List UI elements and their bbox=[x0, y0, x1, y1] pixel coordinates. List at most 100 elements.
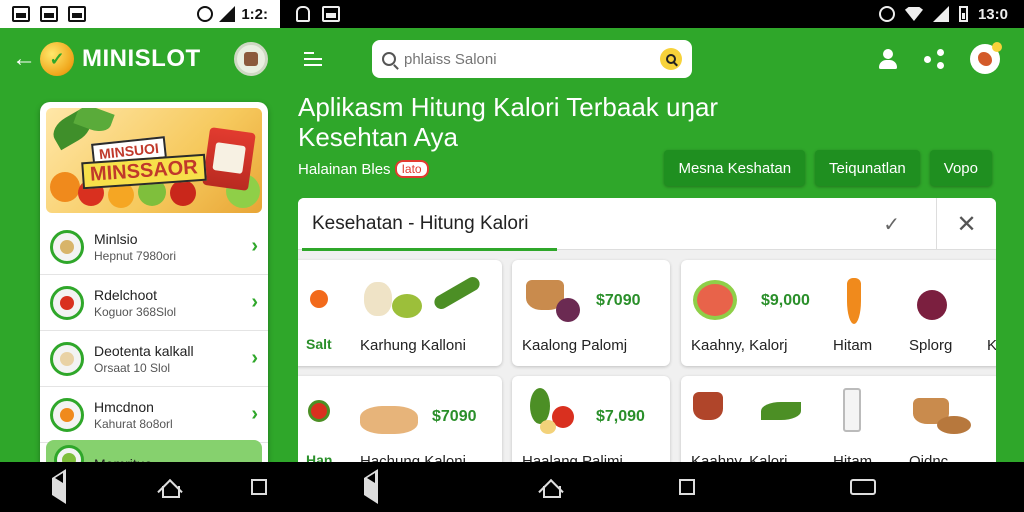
menu-icon[interactable] bbox=[304, 52, 322, 66]
list-item-title: Minlsio bbox=[94, 230, 138, 247]
food-label: Karhung Kalloni bbox=[360, 337, 466, 354]
list-item-title: Deotenta kalkall bbox=[94, 342, 194, 359]
recent-apps-icon[interactable] bbox=[679, 479, 695, 495]
system-navigation-bar bbox=[0, 462, 1024, 512]
food-card[interactable]: Kaahny, Kalorj Hitam Oidnc bbox=[681, 376, 996, 462]
carrot-icon bbox=[847, 278, 861, 324]
search-input[interactable] bbox=[404, 50, 652, 68]
dish-icon bbox=[937, 416, 971, 434]
food-card[interactable]: Han $7090 Hachung Kaloni bbox=[298, 376, 502, 462]
user-icon[interactable] bbox=[878, 49, 898, 69]
potato-icon bbox=[540, 420, 556, 434]
status-time: 13:0 bbox=[977, 5, 1008, 23]
food-price: $7090 bbox=[596, 292, 641, 309]
list-item[interactable]: Deotenta kalkall Orsaat 10 Slol › bbox=[40, 331, 268, 387]
back-icon[interactable] bbox=[52, 469, 66, 504]
avatar[interactable] bbox=[234, 42, 268, 76]
right-status-bar: 13:0 bbox=[280, 0, 1024, 28]
leaf-icon bbox=[761, 402, 801, 420]
food-label: K bbox=[987, 337, 996, 354]
left-app-pane: 1:2: ← ✓ MINISLOT MINSUOI MINSSAOR Minls… bbox=[0, 0, 280, 512]
food-label: Kaahny, Kalorj bbox=[691, 337, 788, 354]
download-icon bbox=[322, 6, 340, 22]
list-item-subtitle: Orsaat 10 Slol bbox=[94, 360, 171, 375]
back-icon[interactable] bbox=[364, 469, 378, 504]
calorie-panel: Kesehatan - Hitung Kalori ✓ ✕ Salt Karhu… bbox=[298, 198, 996, 462]
food-label: Haalang Palimi bbox=[522, 453, 623, 462]
food-card[interactable]: $7,090 Haalang Palimi bbox=[512, 376, 670, 462]
eggplant-icon bbox=[530, 388, 550, 424]
health-menu-button[interactable]: Mesna Keshatan bbox=[664, 150, 806, 186]
clipboard-icon bbox=[296, 6, 310, 22]
action-buttons: Mesna Keshatan Teiqunatlan Vopo bbox=[664, 150, 992, 186]
food-thumbnail bbox=[50, 397, 84, 432]
food-thumbnail bbox=[50, 285, 84, 320]
chevron-right-icon: › bbox=[251, 403, 258, 425]
avatar[interactable] bbox=[970, 42, 1002, 74]
app-name: MINISLOT bbox=[82, 45, 201, 72]
close-icon[interactable]: ✕ bbox=[936, 198, 996, 250]
chevron-right-icon: › bbox=[251, 347, 258, 369]
check-icon[interactable]: ✓ bbox=[883, 212, 900, 237]
food-thumbnail bbox=[50, 341, 84, 376]
calendar-icon bbox=[68, 6, 86, 22]
berries-icon bbox=[693, 392, 723, 420]
garlic-icon bbox=[364, 282, 392, 316]
guava-icon bbox=[693, 280, 737, 320]
food-label: Kaahny, Kalorj bbox=[691, 453, 788, 462]
list-item-subtitle: Hepnut 7980ori bbox=[94, 248, 177, 263]
beet-icon bbox=[917, 290, 947, 320]
food-card[interactable]: $9,000 Kaahny, Kalorj Hitam Splorg K bbox=[681, 260, 996, 366]
food-tag: Han bbox=[306, 452, 333, 462]
search-icon bbox=[382, 52, 396, 66]
food-label: Oidnc bbox=[909, 453, 949, 462]
food-card[interactable]: Salt Karhung Kalloni bbox=[298, 260, 502, 366]
signal-icon bbox=[932, 6, 949, 22]
search-button[interactable] bbox=[660, 48, 682, 70]
list-item[interactable]: Minlsio Hepnut 7980ori › bbox=[40, 219, 268, 275]
food-tag: Salt bbox=[306, 336, 332, 352]
navigation-button[interactable]: Teiqunatlan bbox=[815, 150, 920, 186]
list-item[interactable]: Rdelchoot Koguor 368Slol › bbox=[40, 275, 268, 331]
food-price: $9,000 bbox=[761, 292, 810, 309]
chevron-right-icon: › bbox=[251, 291, 258, 313]
status-badge: Iato bbox=[394, 160, 429, 178]
food-label: Hitam bbox=[833, 453, 873, 462]
tomato-icon bbox=[308, 400, 330, 422]
food-label: Hachung Kaloni bbox=[360, 453, 466, 462]
list-item-subtitle: Koguor 368Slol bbox=[94, 304, 177, 319]
share-icon[interactable] bbox=[924, 49, 944, 69]
screenshot-icon[interactable] bbox=[850, 479, 876, 495]
search-icon bbox=[666, 54, 676, 64]
back-arrow-icon[interactable]: ← bbox=[12, 45, 36, 73]
ginger-icon bbox=[360, 406, 418, 434]
bottle-icon bbox=[843, 388, 861, 432]
grapes-icon bbox=[392, 294, 422, 318]
signal-icon bbox=[219, 6, 236, 22]
promo-banner[interactable]: MINSUOI MINSSAOR bbox=[46, 108, 262, 213]
status-time: 1:2: bbox=[241, 5, 268, 23]
recent-apps-icon[interactable] bbox=[251, 479, 267, 495]
left-status-bar: 1:2: bbox=[0, 0, 280, 28]
chevron-right-icon: › bbox=[251, 235, 258, 257]
search-bar[interactable] bbox=[372, 40, 692, 78]
video-button[interactable]: Vopo bbox=[929, 150, 992, 186]
page-subtitle: Halainan Bles Iato bbox=[298, 160, 429, 178]
list-item[interactable]: Hmcdnon Kahurat 8o8orl › bbox=[40, 387, 268, 443]
food-price: $7,090 bbox=[596, 408, 645, 425]
menu-card: MINSUOI MINSSAOR Minlsio Hepnut 7980ori … bbox=[40, 102, 268, 472]
subtitle-text: Halainan Bles bbox=[298, 160, 391, 178]
panel-header: Kesehatan - Hitung Kalori ✓ ✕ bbox=[298, 198, 996, 251]
gallery-icon bbox=[12, 6, 30, 22]
food-price: $7090 bbox=[432, 408, 477, 425]
right-app-pane: 13:0 Aplikasm Hitung Kalori Terbaak uŋar… bbox=[280, 0, 1024, 462]
tab-hitung-kalori[interactable]: Kesehatan - Hitung Kalori bbox=[302, 213, 556, 251]
battery-icon bbox=[958, 6, 968, 22]
food-thumbnail bbox=[50, 229, 84, 264]
right-app-header bbox=[280, 28, 1024, 90]
page-title: Aplikasm Hitung Kalori Terbaak uŋar Kese… bbox=[298, 92, 719, 152]
food-card[interactable]: $7090 Kaalong Palomj bbox=[512, 260, 670, 366]
cucumber-icon bbox=[431, 274, 483, 312]
left-app-header: ← ✓ MINISLOT bbox=[0, 28, 280, 90]
alarm-icon bbox=[878, 6, 895, 22]
